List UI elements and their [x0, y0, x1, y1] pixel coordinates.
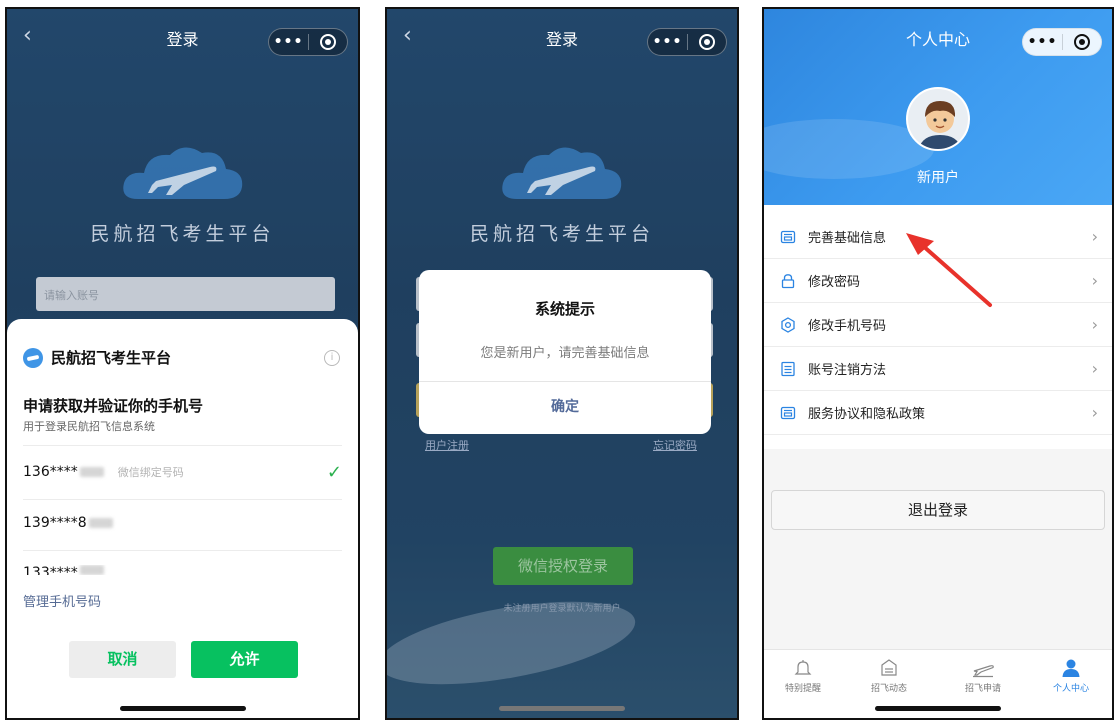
info-icon[interactable]: i	[324, 350, 340, 366]
menu-item-account-deletion[interactable]: 账号注销方法 ›	[764, 347, 1112, 391]
dialog-title: 系统提示	[534, 300, 595, 318]
content-background	[764, 449, 1112, 669]
back-icon[interactable]: ‹	[23, 23, 32, 48]
menu-label: 账号注销方法	[808, 363, 887, 378]
home-indicator	[875, 706, 1001, 711]
mini-program-capsule: •••	[1022, 28, 1102, 56]
app-name: 民航招飞考生平台	[90, 223, 275, 245]
user-icon	[1062, 659, 1080, 677]
tab-apply[interactable]: 招飞申请	[948, 658, 1018, 694]
divider	[23, 499, 342, 500]
lock-icon	[780, 273, 796, 289]
annotation-arrow-icon	[906, 233, 992, 307]
tab-label: 招飞申请	[964, 684, 1001, 694]
phone-option-3[interactable]: 133****	[23, 565, 342, 575]
divider	[23, 445, 342, 446]
confirm-button[interactable]: 确定	[419, 381, 711, 434]
nav-bar: ‹ 登录 •••	[387, 9, 737, 67]
phone-auth-sheet: 民航招飞考生平台 i 申请获取并验证你的手机号 用于登录民航招飞信息系统 136…	[7, 319, 358, 718]
phone-settings-icon	[780, 316, 796, 333]
username: 新用户	[917, 170, 959, 186]
cancel-button[interactable]: 取消	[69, 641, 176, 678]
more-icon[interactable]: •••	[269, 34, 308, 50]
masked-digits	[79, 565, 104, 575]
bottom-tab-bar: 特别提醒 招飞动态 招飞申请 个人中心	[764, 649, 1112, 713]
menu-label: 服务协议和隐私政策	[808, 407, 926, 422]
avatar[interactable]	[906, 87, 970, 151]
phone-number: 133****	[23, 565, 78, 575]
tab-reminders[interactable]: 特别提醒	[768, 658, 838, 694]
chevron-right-icon: ›	[1091, 271, 1098, 290]
tab-news[interactable]: 招飞动态	[854, 658, 924, 694]
new-user-note: 未注册用户登录默认为新用户	[503, 604, 621, 614]
allow-button[interactable]: 允许	[191, 641, 298, 678]
close-target-icon[interactable]	[309, 34, 347, 50]
more-icon[interactable]: •••	[1023, 34, 1062, 50]
app-logo-icon	[23, 347, 43, 368]
sheet-subtitle: 用于登录民航招飞信息系统	[23, 420, 155, 433]
app-name: 民航招飞考生平台	[469, 223, 654, 245]
masked-digits	[79, 467, 104, 477]
sheet-header: 民航招飞考生平台	[23, 347, 171, 368]
menu-item-privacy-policy[interactable]: 服务协议和隐私政策 ›	[764, 391, 1112, 435]
tab-profile[interactable]: 个人中心	[1036, 658, 1106, 694]
register-link[interactable]: 用户注册	[425, 437, 469, 453]
phone-tag: 微信绑定号码	[117, 466, 184, 479]
chevron-right-icon: ›	[1091, 403, 1098, 422]
phone-option-1[interactable]: 136**** 微信绑定号码 ✓	[23, 462, 342, 483]
phone-screen-login-auth: ‹ 登录 ••• 民航招飞考生平台 请输入账号 民航招飞考生平台 i 申请获取并…	[5, 7, 360, 720]
cloud-plane-logo-icon	[502, 147, 622, 199]
close-target-icon[interactable]	[688, 34, 726, 50]
nav-title: 个人中心	[905, 30, 970, 49]
manage-phone-link[interactable]: 管理手机号码	[23, 591, 101, 610]
tab-label: 个人中心	[1052, 684, 1089, 694]
mini-program-capsule: •••	[647, 28, 727, 56]
tab-label: 招飞动态	[870, 684, 907, 694]
plane-icon	[973, 665, 994, 678]
system-alert-dialog: 系统提示 您是新用户，请完善基础信息 确定	[419, 270, 711, 434]
menu-item-change-phone[interactable]: 修改手机号码 ›	[764, 303, 1112, 347]
more-icon[interactable]: •••	[648, 34, 687, 50]
menu-label: 修改手机号码	[808, 319, 887, 334]
wechat-login-button[interactable]: 微信授权登录	[493, 547, 633, 585]
account-input[interactable]: 请输入账号	[36, 277, 335, 311]
sheet-title: 申请获取并验证你的手机号	[23, 397, 204, 415]
nav-bar: 个人中心 •••	[764, 9, 1112, 67]
menu-label: 修改密码	[808, 275, 861, 290]
close-target-icon[interactable]	[1063, 34, 1101, 50]
document-icon	[780, 361, 796, 377]
nav-bar: ‹ 登录 •••	[7, 9, 358, 67]
phone-screen-new-user-dialog: ‹ 登录 ••• 民航招飞考生平台 系统提示 您是新用户，请完善基础信息 确定 …	[385, 7, 739, 720]
phone-option-2[interactable]: 139****8	[23, 515, 342, 531]
agreement-icon	[780, 405, 796, 421]
sheet-app-name: 民航招飞考生平台	[51, 349, 172, 367]
phone-number: 136****	[23, 464, 78, 480]
divider	[23, 550, 342, 551]
logout-button[interactable]: 退出登录	[771, 490, 1105, 530]
phone-screen-profile: 个人中心 ••• 新用户 完善基础信息 › 修改密码 › 修改手机号码 › 账号…	[762, 7, 1114, 720]
nav-title: 登录	[166, 30, 199, 49]
profile-card-icon	[780, 229, 796, 245]
news-icon	[881, 659, 897, 676]
check-icon: ✓	[326, 462, 342, 483]
dialog-message: 您是新用户，请完善基础信息	[480, 346, 650, 361]
tab-label: 特别提醒	[784, 684, 821, 694]
cloud-plane-logo-icon	[122, 147, 242, 199]
bell-icon	[794, 660, 812, 675]
mini-program-capsule: •••	[268, 28, 348, 56]
back-icon[interactable]: ‹	[403, 23, 412, 48]
home-indicator	[499, 706, 625, 711]
home-indicator	[119, 706, 246, 711]
phone-number: 139****8	[23, 515, 87, 531]
nav-title: 登录	[545, 30, 578, 49]
menu-label: 完善基础信息	[808, 231, 887, 246]
chevron-right-icon: ›	[1091, 227, 1098, 246]
chevron-right-icon: ›	[1091, 359, 1098, 378]
chevron-right-icon: ›	[1091, 315, 1098, 334]
masked-digits	[88, 518, 113, 528]
forgot-password-link[interactable]: 忘记密码	[653, 437, 697, 453]
